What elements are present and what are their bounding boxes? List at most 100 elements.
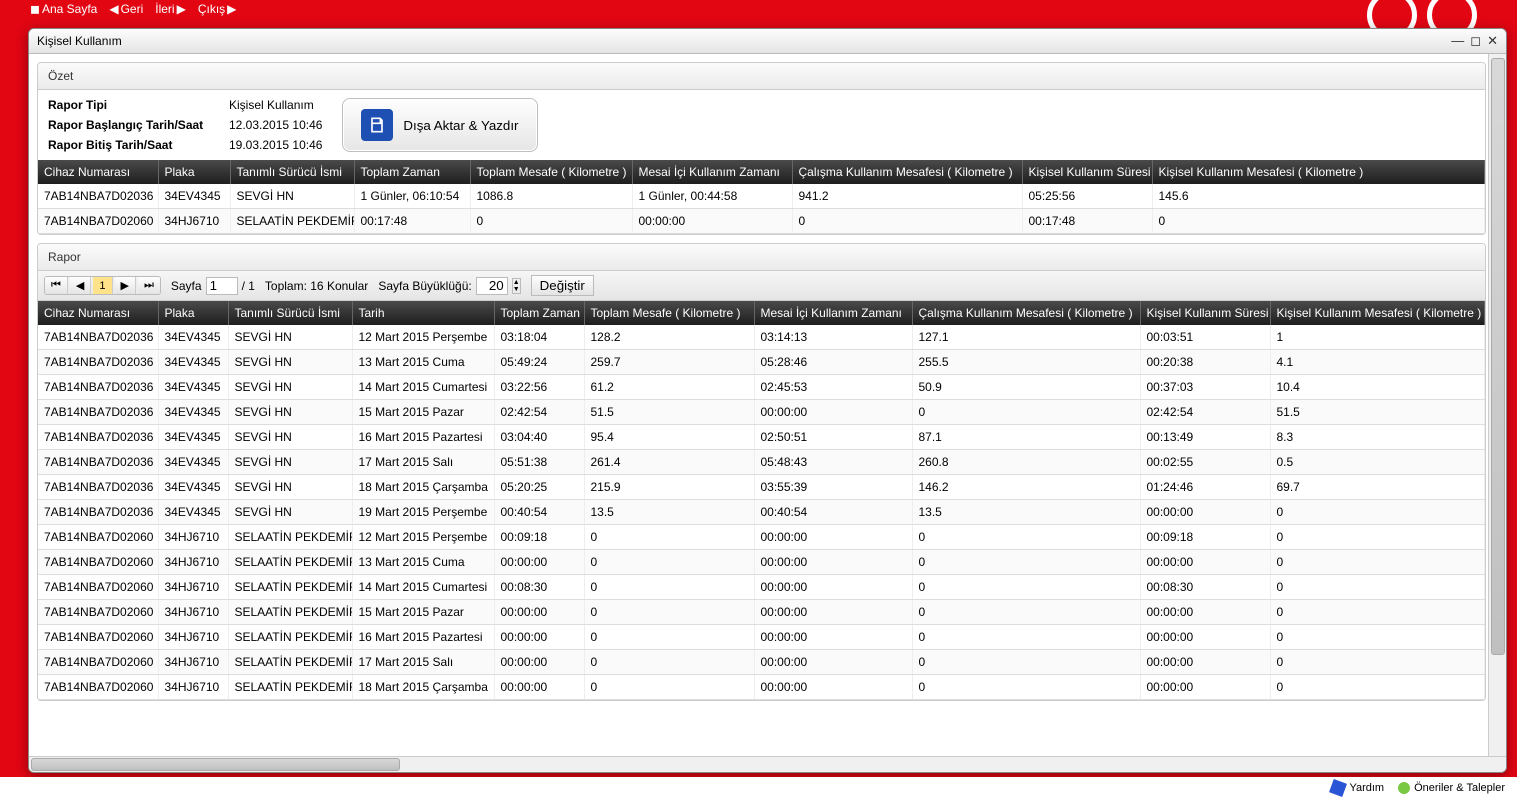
pager-prev[interactable]: ◀ [70, 277, 91, 294]
table-row[interactable]: 7AB14NBA7D0203634EV4345SEVGİ HN14 Mart 2… [38, 375, 1485, 400]
suggestions-link[interactable]: Öneriler & Talepler [1398, 782, 1505, 794]
table-row[interactable]: 7AB14NBA7D0206034HJ6710SELAATİN PEKDEMİR… [38, 550, 1485, 575]
cell: 03:04:40 [494, 425, 584, 450]
cell: 00:00:00 [632, 209, 792, 234]
cell: 00:00:00 [754, 550, 912, 575]
column-header[interactable]: Tarih [352, 301, 494, 325]
cell: 4.1 [1270, 350, 1485, 375]
table-row[interactable]: 7AB14NBA7D0206034HJ6710SELAATİN PEKDEMİR… [38, 600, 1485, 625]
pager-last[interactable]: ⏭ [138, 277, 160, 294]
table-row[interactable]: 7AB14NBA7D0206034HJ6710SELAATİN PEKDEMİR… [38, 209, 1485, 234]
pager-page-input[interactable] [206, 277, 238, 295]
cell: 0 [1270, 625, 1485, 650]
cell: 02:42:54 [1140, 400, 1270, 425]
cell: SEVGİ HN [230, 184, 354, 209]
cell: 51.5 [584, 400, 754, 425]
pager-size-input[interactable] [476, 277, 508, 295]
cell: 00:00:00 [494, 625, 584, 650]
cell: 05:51:38 [494, 450, 584, 475]
nav-back[interactable]: ◀ Geri [109, 2, 143, 16]
bulb-icon [1398, 782, 1410, 794]
pager-next[interactable]: ▶ [115, 277, 136, 294]
pager-change-button[interactable]: Değiştir [531, 275, 594, 296]
cell: 50.9 [912, 375, 1140, 400]
column-header[interactable]: Kişisel Kullanım Süresi [1022, 160, 1152, 184]
table-row[interactable]: 7AB14NBA7D0203634EV4345SEVGİ HN1 Günler,… [38, 184, 1485, 209]
table-row[interactable]: 7AB14NBA7D0203634EV4345SEVGİ HN18 Mart 2… [38, 475, 1485, 500]
minimize-icon[interactable]: — [1451, 33, 1464, 49]
column-header[interactable]: Tanımlı Sürücü İsmi [228, 301, 352, 325]
table-row[interactable]: 7AB14NBA7D0206034HJ6710SELAATİN PEKDEMİR… [38, 625, 1485, 650]
column-header[interactable]: Çalışma Kullanım Mesafesi ( Kilometre ) [792, 160, 1022, 184]
pager-current[interactable]: 1 [93, 277, 112, 294]
column-header[interactable]: Mesai İçi Kullanım Zamanı [754, 301, 912, 325]
help-link[interactable]: Yardım [1331, 781, 1384, 795]
cell: 00:00:00 [494, 600, 584, 625]
cell: 00:17:48 [354, 209, 470, 234]
vertical-scrollbar[interactable] [1488, 54, 1506, 756]
table-row[interactable]: 7AB14NBA7D0206034HJ6710SELAATİN PEKDEMİR… [38, 575, 1485, 600]
value-end: 19.03.2015 10:46 [229, 138, 322, 152]
nav-home[interactable]: ◼ Ana Sayfa [30, 2, 97, 16]
column-header[interactable]: Tanımlı Sürücü İsmi [230, 160, 354, 184]
cell: 51.5 [1270, 400, 1485, 425]
table-row[interactable]: 7AB14NBA7D0203634EV4345SEVGİ HN13 Mart 2… [38, 350, 1485, 375]
maximize-icon[interactable]: ◻ [1470, 33, 1481, 49]
column-header[interactable]: Plaka [158, 301, 228, 325]
cell: 00:00:00 [1140, 650, 1270, 675]
pager-first[interactable]: ⏮ [45, 277, 68, 294]
cell: 0 [912, 675, 1140, 700]
cell: 0 [584, 650, 754, 675]
cell: 14 Mart 2015 Cumartesi [352, 375, 494, 400]
cell: 00:40:54 [754, 500, 912, 525]
cell: 7AB14NBA7D02060 [38, 525, 158, 550]
cell: 03:22:56 [494, 375, 584, 400]
table-row[interactable]: 7AB14NBA7D0206034HJ6710SELAATİN PEKDEMİR… [38, 675, 1485, 700]
cell: 00:00:00 [754, 525, 912, 550]
table-row[interactable]: 7AB14NBA7D0203634EV4345SEVGİ HN16 Mart 2… [38, 425, 1485, 450]
window-titlebar: Kişisel Kullanım — ◻ ✕ [29, 29, 1506, 54]
horizontal-scrollbar[interactable] [29, 756, 1506, 772]
table-row[interactable]: 7AB14NBA7D0206034HJ6710SELAATİN PEKDEMİR… [38, 650, 1485, 675]
cell: 7AB14NBA7D02036 [38, 375, 158, 400]
table-row[interactable]: 7AB14NBA7D0206034HJ6710SELAATİN PEKDEMİR… [38, 525, 1485, 550]
cell: 7AB14NBA7D02060 [38, 209, 158, 234]
column-header[interactable]: Mesai İçi Kullanım Zamanı [632, 160, 792, 184]
cell: 0 [912, 550, 1140, 575]
column-header[interactable]: Cihaz Numarası [38, 160, 158, 184]
pager-buttons: ⏮ ◀ 1 ▶ ⏭ [44, 276, 161, 295]
column-header[interactable]: Kişisel Kullanım Mesafesi ( Kilometre ) [1152, 160, 1485, 184]
column-header[interactable]: Toplam Zaman [494, 301, 584, 325]
cell: 8.3 [1270, 425, 1485, 450]
top-nav: ◼ Ana Sayfa ◀ Geri İleri ▶ Çıkış ▶ [0, 0, 1517, 18]
table-row[interactable]: 7AB14NBA7D0203634EV4345SEVGİ HN15 Mart 2… [38, 400, 1485, 425]
window-title: Kişisel Kullanım [37, 34, 122, 48]
column-header[interactable]: Toplam Mesafe ( Kilometre ) [470, 160, 632, 184]
nav-forward[interactable]: İleri ▶ [155, 2, 186, 16]
cell: 00:37:03 [1140, 375, 1270, 400]
cell: 0 [1270, 600, 1485, 625]
cell: 0 [584, 575, 754, 600]
column-header[interactable]: Kişisel Kullanım Mesafesi ( Kilometre ) [1270, 301, 1485, 325]
cell: 0 [792, 209, 1022, 234]
table-row[interactable]: 7AB14NBA7D0203634EV4345SEVGİ HN17 Mart 2… [38, 450, 1485, 475]
column-header[interactable]: Cihaz Numarası [38, 301, 158, 325]
spinner-icon[interactable]: ▲▼ [512, 278, 521, 294]
cell: 69.7 [1270, 475, 1485, 500]
label-start: Rapor Başlangıç Tarih/Saat [48, 118, 223, 132]
column-header[interactable]: Toplam Mesafe ( Kilometre ) [584, 301, 754, 325]
table-row[interactable]: 7AB14NBA7D0203634EV4345SEVGİ HN12 Mart 2… [38, 325, 1485, 350]
cell: 7AB14NBA7D02060 [38, 650, 158, 675]
column-header[interactable]: Çalışma Kullanım Mesafesi ( Kilometre ) [912, 301, 1140, 325]
column-header[interactable]: Toplam Zaman [354, 160, 470, 184]
table-row[interactable]: 7AB14NBA7D0203634EV4345SEVGİ HN19 Mart 2… [38, 500, 1485, 525]
close-icon[interactable]: ✕ [1487, 33, 1498, 49]
cell: 00:00:00 [1140, 675, 1270, 700]
nav-exit[interactable]: Çıkış ▶ [198, 2, 237, 16]
column-header[interactable]: Plaka [158, 160, 230, 184]
cell: 00:03:51 [1140, 325, 1270, 350]
column-header[interactable]: Kişisel Kullanım Süresi [1140, 301, 1270, 325]
export-print-button[interactable]: Dışa Aktar & Yazdır [342, 98, 537, 152]
cell: 1 Günler, 00:44:58 [632, 184, 792, 209]
cell: 00:00:00 [494, 550, 584, 575]
